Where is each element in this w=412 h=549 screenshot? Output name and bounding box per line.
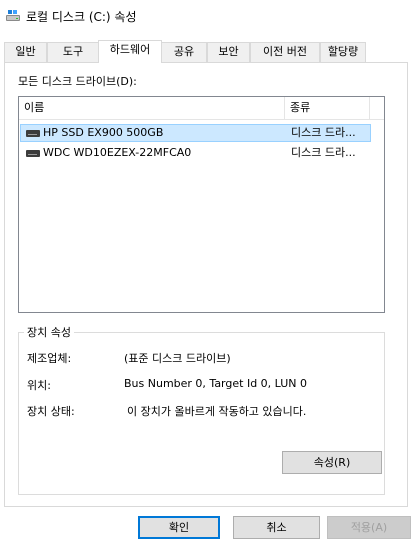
tab-previous-versions[interactable]: 이전 버전: [250, 42, 320, 62]
tab-security[interactable]: 보안: [207, 42, 250, 62]
column-separator[interactable]: [369, 97, 370, 119]
drive-type: 디스크 드라...: [291, 126, 356, 139]
cancel-button[interactable]: 취소: [233, 516, 320, 539]
properties-button[interactable]: 속성(R): [282, 451, 382, 474]
manufacturer-label: 제조업체:: [27, 352, 72, 365]
drive-type: 디스크 드라...: [291, 146, 356, 159]
disk-drive-list[interactable]: 이름 종류 HP SSD EX900 500GB 디스크 드라... WDC W…: [18, 96, 385, 313]
device-properties-title: 장치 속성: [24, 324, 74, 340]
tab-hardware[interactable]: 하드웨어: [98, 40, 162, 63]
list-header: 이름 종류: [19, 97, 384, 120]
list-item[interactable]: HP SSD EX900 500GB 디스크 드라...: [20, 124, 371, 142]
drive-name: HP SSD EX900 500GB: [43, 126, 164, 139]
title-bar: 로컬 디스크 (C:) 속성: [0, 0, 412, 31]
hard-drive-icon: [26, 130, 40, 137]
tab-strip: 일반 도구 하드웨어 공유 보안 이전 버전 할당량: [0, 40, 412, 63]
column-header-type[interactable]: 종류: [285, 97, 369, 119]
hard-drive-icon: [26, 150, 40, 157]
tab-general[interactable]: 일반: [4, 42, 47, 62]
device-status-label: 장치 상태:: [27, 405, 75, 418]
drive-name: WDC WD10EZEX-22MFCA0: [43, 146, 192, 159]
location-value: Bus Number 0, Target Id 0, LUN 0: [124, 377, 308, 390]
drive-icon: [6, 10, 20, 21]
list-item[interactable]: WDC WD10EZEX-22MFCA0 디스크 드라...: [20, 144, 371, 162]
column-header-name[interactable]: 이름: [19, 97, 284, 119]
location-label: 위치:: [27, 379, 51, 392]
all-drives-label: 모든 디스크 드라이브(D):: [18, 75, 137, 88]
tab-quota[interactable]: 할당량: [320, 42, 366, 62]
window-title: 로컬 디스크 (C:) 속성: [26, 10, 137, 24]
apply-button[interactable]: 적용(A): [327, 516, 411, 539]
manufacturer-value: (표준 디스크 드라이브): [124, 352, 231, 365]
ok-button[interactable]: 확인: [138, 516, 220, 539]
tab-tools[interactable]: 도구: [47, 42, 99, 62]
tab-sharing[interactable]: 공유: [161, 42, 207, 62]
device-status-value: 이 장치가 올바르게 작동하고 있습니다.: [127, 405, 307, 418]
